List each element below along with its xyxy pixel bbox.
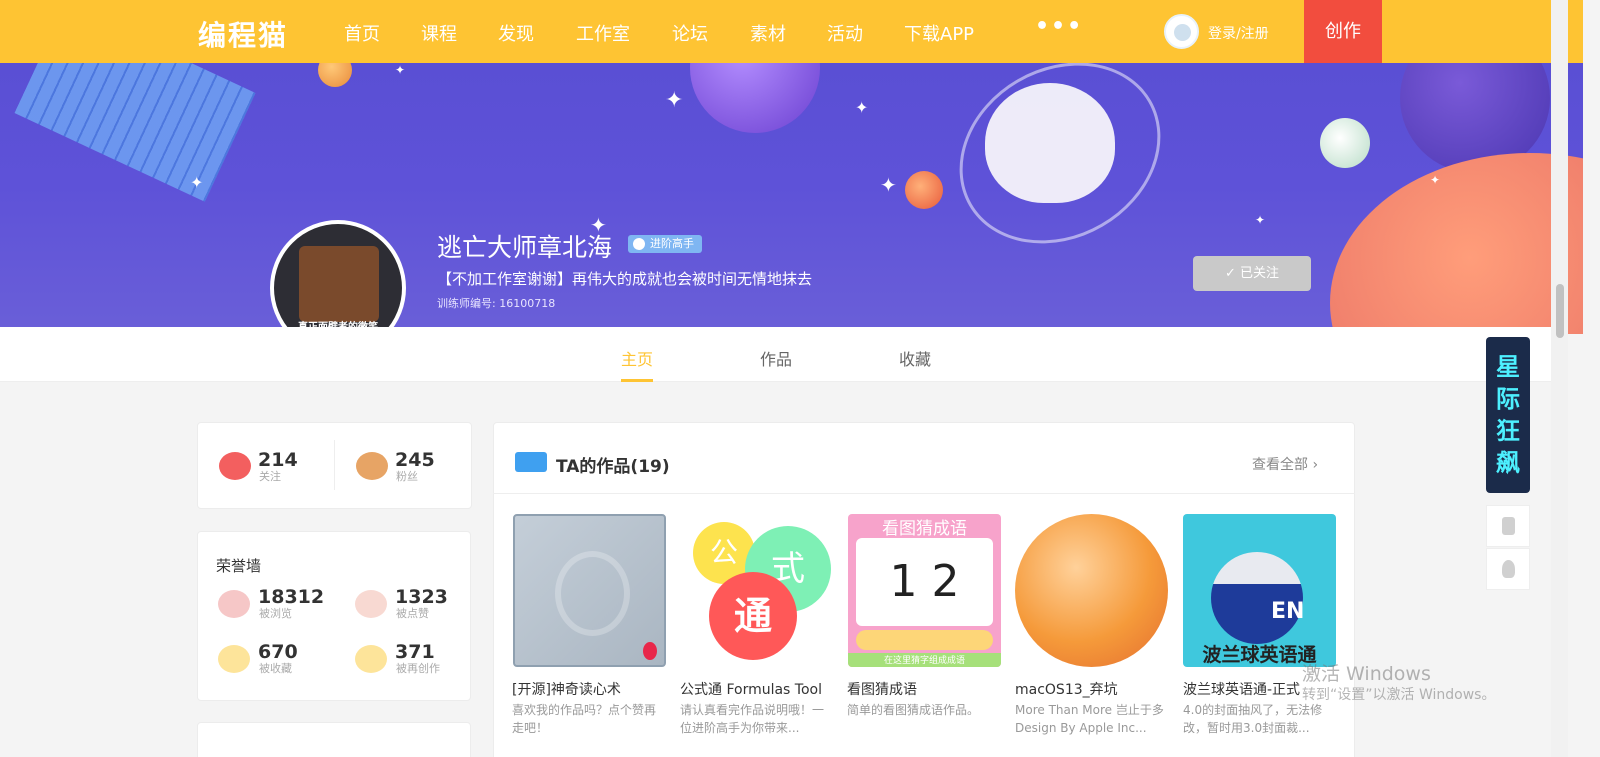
user-name: 逃亡大师章北海 xyxy=(437,233,613,262)
planet-illustration xyxy=(905,171,943,209)
nav-events[interactable]: 活动 xyxy=(827,20,863,46)
work-title-2[interactable]: 公式通 Formulas Tool xyxy=(680,679,833,699)
download-app-side-button[interactable] xyxy=(1486,505,1530,547)
work-desc-1: 喜欢我的作品吗？点个赞再走吧！ xyxy=(512,703,657,735)
work-title-1[interactable]: [开源]神奇读心术 xyxy=(512,679,665,699)
satellite-illustration xyxy=(14,63,256,202)
phone-icon xyxy=(1502,517,1515,535)
honor-wall-title: 荣誉墙 xyxy=(216,557,262,575)
star-icon: ✦ xyxy=(880,173,897,197)
tab-collections[interactable]: 收藏 xyxy=(899,346,931,370)
nav-courses[interactable]: 课程 xyxy=(421,20,457,46)
active-tab-indicator xyxy=(621,379,653,382)
star-icon: ✦ xyxy=(855,98,869,117)
nav-studio[interactable]: 工作室 xyxy=(576,20,630,46)
next-card xyxy=(197,722,471,757)
star-icon: ✦ xyxy=(665,88,684,113)
works-folder-icon xyxy=(515,452,547,472)
star-icon: ✦ xyxy=(190,173,204,192)
nav-discover[interactable]: 发现 xyxy=(498,20,534,46)
collect-icon xyxy=(218,645,250,673)
profile-banner: ✦ ✦ ✦ ✦ ✦ ✦ ✦ ✦ xyxy=(0,63,1583,334)
top-nav-bar: 编程猫 首页 课程 发现 工作室 论坛 素材 活动 下载APP ••• 登录/注… xyxy=(0,0,1583,63)
planet-illustration xyxy=(690,63,820,133)
work-thumbnail-2[interactable]: 公 式 通 xyxy=(681,514,834,667)
work-desc-3: 简单的看图猜成语作品。 xyxy=(847,703,980,717)
more-menu-icon[interactable]: ••• xyxy=(1035,14,1083,39)
user-avatar-icon[interactable] xyxy=(1164,14,1199,49)
divider xyxy=(334,440,335,490)
nav-home[interactable]: 首页 xyxy=(344,20,380,46)
remix-icon xyxy=(355,645,387,673)
star-icon: ✦ xyxy=(1255,213,1266,227)
ball-icon xyxy=(643,642,657,660)
divider xyxy=(493,493,1355,494)
windows-watermark-sub: 转到“设置”以激活 Windows。 xyxy=(1302,687,1496,703)
tab-home[interactable]: 主页 xyxy=(621,346,653,370)
view-all-link[interactable]: 查看全部 › xyxy=(1252,454,1318,474)
user-bio: 【不加工作室谢谢】再伟大的成就也会被时间无情地抹去 xyxy=(437,270,813,288)
nav-assets[interactable]: 素材 xyxy=(750,20,786,46)
create-button[interactable]: 创作 xyxy=(1304,0,1382,63)
qq-side-button[interactable] xyxy=(1486,548,1530,590)
login-register-link[interactable]: 登录/注册 xyxy=(1208,23,1269,43)
planet-illustration xyxy=(318,63,352,87)
qq-icon xyxy=(1502,560,1515,578)
collects-label: 被收藏 xyxy=(259,662,292,675)
level-badge: 进阶高手 xyxy=(628,235,702,253)
star-icon: ✦ xyxy=(1430,173,1441,187)
site-logo[interactable]: 编程猫 xyxy=(198,14,288,54)
fingerprint-icon xyxy=(555,551,630,636)
remixes-label: 被再创作 xyxy=(396,662,440,675)
trainer-id: 训练师编号: 16100718 xyxy=(437,297,556,310)
promo-banner[interactable]: 星际狂飙 xyxy=(1486,337,1530,493)
work-desc-5: 4.0的封面抽风了，无法修改，暂时用3.0封面裁... xyxy=(1183,703,1323,735)
astronaut-illustration xyxy=(985,83,1115,203)
following-icon xyxy=(219,452,251,480)
eye-icon xyxy=(218,590,250,618)
following-label: 关注 xyxy=(259,470,281,483)
work-thumbnail-1[interactable] xyxy=(513,514,666,667)
scrollbar-thumb[interactable] xyxy=(1556,284,1564,338)
works-title: TA的作品(19) xyxy=(556,457,670,477)
views-label: 被浏览 xyxy=(259,607,292,620)
fans-label: 粉丝 xyxy=(396,470,418,483)
tab-works[interactable]: 作品 xyxy=(760,346,792,370)
work-desc-2: 请认真看完作品说明哦！一位进阶高手为你带来... xyxy=(680,703,825,735)
work-desc-4: More Than More 岂止于多 Design By Apple Inc.… xyxy=(1015,703,1164,735)
fans-icon xyxy=(356,452,388,480)
work-title-4[interactable]: macOS13_弃坑 xyxy=(1015,679,1168,699)
likes-label: 被点赞 xyxy=(396,607,429,620)
profile-tabs: 主页 作品 收藏 xyxy=(0,327,1568,382)
star-icon: ✦ xyxy=(395,63,406,77)
like-icon xyxy=(355,590,387,618)
nav-download-app[interactable]: 下载APP xyxy=(904,20,974,46)
work-thumbnail-5[interactable]: EN 波兰球英语通 xyxy=(1183,514,1336,667)
nav-forum[interactable]: 论坛 xyxy=(672,20,708,46)
planet-illustration xyxy=(1330,153,1583,334)
followed-button[interactable]: ✓ 已关注 xyxy=(1193,256,1311,291)
vertical-scrollbar[interactable] xyxy=(1551,0,1568,757)
work-thumbnail-4[interactable] xyxy=(1015,514,1168,667)
work-title-3[interactable]: 看图猜成语 xyxy=(847,679,1000,699)
windows-watermark: 激活 Windows xyxy=(1302,663,1431,685)
planet-illustration xyxy=(1320,118,1370,168)
shield-icon xyxy=(633,238,645,250)
work-thumbnail-3[interactable]: 看图猜成语 1 2 在这里猜字组成成语 xyxy=(848,514,1001,667)
